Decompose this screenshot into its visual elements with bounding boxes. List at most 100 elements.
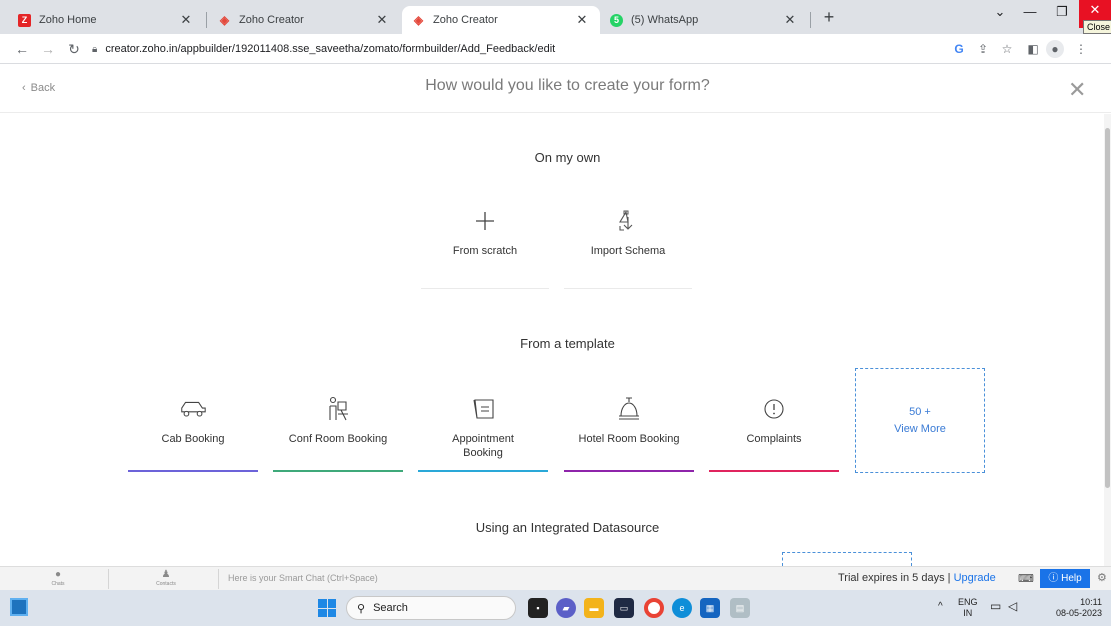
browser-toolbar: ← → ↻ 🔒︎ creator.zoho.in/appbuilder/1920… — [0, 34, 1111, 64]
windows-start-icon[interactable] — [318, 599, 336, 617]
tab-zoho-home[interactable]: Z Zoho Home ✕ — [8, 6, 204, 34]
divider — [108, 569, 109, 589]
conf-room-accent — [273, 470, 403, 472]
template-label: Hotel Room Booking — [578, 433, 680, 445]
plus-icon — [470, 206, 500, 236]
help-circle-icon: ⓘ — [1048, 573, 1059, 584]
chrome-icon[interactable] — [644, 598, 664, 618]
close-tooltip: Close — [1083, 20, 1111, 34]
minimize-icon[interactable]: — — [1014, 0, 1046, 28]
file-explorer-icon[interactable]: ▬ — [584, 598, 604, 618]
form-creation-header: ‹ Back How would you like to create your … — [0, 65, 1111, 113]
conference-room-icon — [323, 394, 353, 424]
tab-whatsapp[interactable]: 5 (5) WhatsApp ✕ — [600, 6, 808, 34]
search-icon: ⚲ — [357, 602, 366, 615]
alert-circle-icon — [759, 394, 789, 424]
template-label: Conf Room Booking — [288, 433, 388, 445]
tab-title: Zoho Creator — [433, 14, 498, 26]
tab-close-icon[interactable]: ✕ — [178, 12, 194, 28]
app-window-icon[interactable]: ▤ — [730, 598, 750, 618]
new-tab-plus-icon[interactable]: + — [818, 6, 840, 28]
trial-text: Trial expires in 5 days — [838, 572, 945, 584]
template-conf-room-booking[interactable]: Conf Room Booking — [273, 394, 403, 446]
network-icon[interactable]: ▭ — [990, 600, 1001, 612]
page-title: How would you like to create your form? — [425, 77, 710, 94]
language-indicator[interactable]: ENG IN — [958, 597, 978, 619]
hotel-room-accent — [564, 470, 694, 472]
template-count: 50 + — [909, 405, 931, 418]
google-icon[interactable]: G — [950, 40, 968, 58]
kebab-menu-icon[interactable]: ⋮ — [1072, 40, 1090, 58]
chats-label: Chats — [51, 581, 65, 587]
trial-notice: Trial expires in 5 days | Upgrade — [838, 572, 996, 584]
back-arrow-icon[interactable]: ← — [12, 39, 32, 59]
appointment-board-icon — [468, 394, 498, 424]
contact-person-icon: ♟ — [161, 569, 171, 580]
teams-chat-icon[interactable]: ▰ — [556, 598, 576, 618]
settings-gear-icon[interactable]: ⚙ — [1097, 571, 1107, 584]
zoho-creator-favicon-icon: ◈ — [413, 13, 424, 27]
address-bar[interactable]: 🔒︎ creator.zoho.in/appbuilder/192011408.… — [92, 38, 922, 60]
share-icon[interactable]: ⇪ — [974, 40, 992, 58]
template-complaints[interactable]: Complaints — [709, 394, 839, 446]
bookmark-star-icon[interactable]: ☆ — [998, 40, 1016, 58]
upgrade-link[interactable]: Upgrade — [954, 572, 996, 584]
date: 08-05-2023 — [1055, 608, 1102, 618]
template-cab-booking[interactable]: Cab Booking — [128, 394, 258, 446]
view-more-templates-button[interactable]: 50 + View More — [855, 368, 985, 473]
restore-icon[interactable]: ❐ — [1046, 0, 1078, 28]
contacts-label: Contacts — [156, 581, 176, 587]
reload-icon[interactable]: ↻ — [64, 39, 84, 59]
whatsapp-favicon-icon: 5 — [610, 13, 623, 27]
windows-taskbar: ⚲ Search ▪ ▰ ▬ ▭ e ▦ ▤ ^ ENG IN ▭ ◁ 10:11 0… — [0, 590, 1111, 626]
forward-arrow-icon[interactable]: → — [38, 39, 58, 59]
store-icon[interactable]: ▦ — [700, 598, 720, 618]
widgets-icon[interactable] — [10, 598, 28, 616]
chats-button[interactable]: ● Chats — [38, 569, 78, 587]
profile-avatar-icon[interactable]: ● — [1046, 40, 1064, 58]
template-appointment-booking[interactable]: Appointment Booking — [418, 394, 548, 460]
smart-chat-input[interactable]: Here is your Smart Chat (Ctrl+Space) — [228, 573, 378, 583]
import-schema-option[interactable]: Import Schema — [564, 206, 692, 258]
from-template-heading: From a template — [520, 336, 615, 351]
volume-muted-icon[interactable]: ◁ — [1008, 600, 1017, 612]
tab-zoho-creator-1[interactable]: ◈ Zoho Creator ✕ — [208, 6, 400, 34]
view-more-label: View More — [894, 422, 946, 435]
on-my-own-heading: On my own — [534, 150, 601, 165]
task-view-icon[interactable]: ▪ — [528, 598, 548, 618]
page-scrollbar-thumb[interactable] — [1105, 128, 1110, 488]
browser-tab-strip: Z Zoho Home ✕ ◈ Zoho Creator ✕ ◈ Zoho Cr… — [0, 0, 1111, 34]
import-schema-label: Import Schema — [590, 245, 666, 257]
edge-icon[interactable]: e — [672, 598, 692, 618]
language-top: ENG — [958, 597, 978, 607]
appointment-accent — [418, 470, 548, 472]
tray-expand-chevron-icon[interactable]: ^ — [938, 601, 943, 612]
tab-title: (5) WhatsApp — [631, 14, 699, 26]
time: 10:11 — [1080, 597, 1102, 607]
tab-search-chevron-icon[interactable]: ⌄ — [984, 0, 1016, 28]
zoho-favicon-icon: Z — [18, 13, 31, 27]
car-icon — [178, 394, 208, 424]
from-scratch-option[interactable]: From scratch — [421, 206, 549, 258]
taskbar-search[interactable]: ⚲ Search — [346, 596, 516, 620]
tab-divider — [206, 12, 207, 28]
template-hotel-room-booking[interactable]: Hotel Room Booking — [564, 394, 694, 446]
integrated-datasource-heading: Using an Integrated Datasource — [475, 520, 660, 535]
clock[interactable]: 10:11 08-05-2023 — [1046, 597, 1102, 619]
from-scratch-label: From scratch — [452, 245, 518, 257]
terminal-app-icon[interactable]: ▭ — [614, 598, 634, 618]
help-button[interactable]: ⓘ Help — [1040, 569, 1090, 588]
tab-close-icon[interactable]: ✕ — [374, 12, 390, 28]
cab-booking-accent — [128, 470, 258, 472]
chat-bubble-icon: ● — [54, 569, 62, 580]
close-dialog-icon[interactable]: ✕ — [1068, 77, 1086, 103]
tab-close-icon[interactable]: ✕ — [574, 12, 590, 28]
contacts-button[interactable]: ♟ Contacts — [146, 569, 186, 587]
datasource-more-box[interactable] — [782, 552, 912, 566]
keyboard-icon[interactable]: ⌨ — [1018, 572, 1034, 585]
lock-icon: 🔒︎ — [92, 43, 98, 55]
side-panel-icon[interactable]: ◧ — [1024, 40, 1042, 58]
tab-close-icon[interactable]: ✕ — [782, 12, 798, 28]
tab-zoho-creator-active[interactable]: ◈ Zoho Creator ✕ — [402, 6, 600, 34]
complaints-accent — [709, 470, 839, 472]
